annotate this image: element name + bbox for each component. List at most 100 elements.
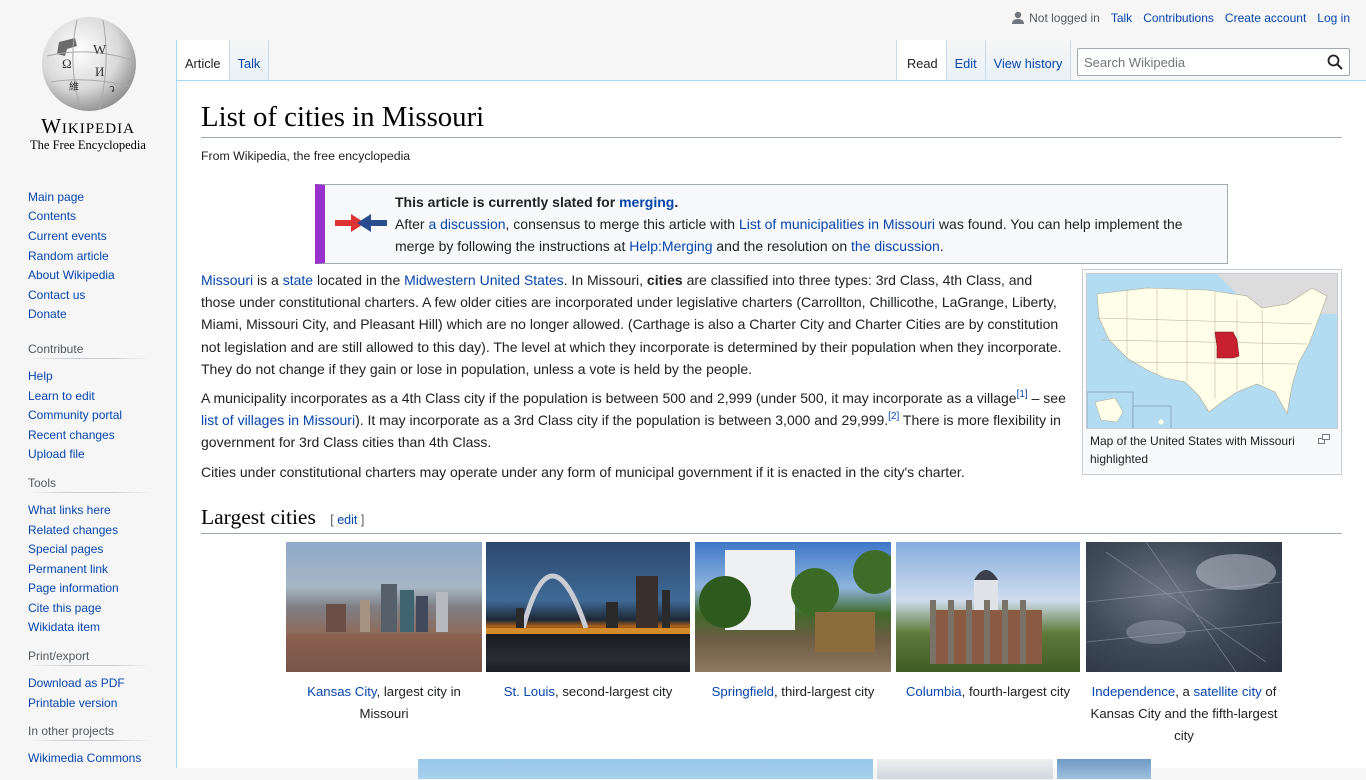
missouri-link[interactable]: Missouri (201, 272, 253, 288)
st-louis-photo[interactable] (486, 542, 690, 672)
midwestern-us-link[interactable]: Midwestern United States (404, 272, 564, 288)
paragraph-charters: Cities under constitutional charters may… (201, 463, 965, 480)
puzzle-globe-icon: W Ω И 維 ว (42, 17, 136, 111)
section-edit: [ edit ] (330, 513, 364, 527)
independence-photo[interactable] (1086, 542, 1282, 672)
columbia-link[interactable]: Columbia (906, 684, 962, 699)
us-map-graphic (1087, 274, 1337, 428)
sidebar-item-recent-changes[interactable]: Recent changes (28, 428, 115, 442)
sidebar-item-contact-us[interactable]: Contact us (28, 288, 85, 302)
text: located in the (313, 272, 405, 288)
log-in-link[interactable]: Log in (1317, 11, 1350, 25)
sidebar-item-current-events[interactable]: Current events (28, 229, 107, 243)
sidebar-item-help[interactable]: Help (28, 369, 53, 383)
personal-contributions-link[interactable]: Contributions (1143, 11, 1214, 25)
sidebar-other-projects: In other projects Wikimedia Commons (0, 724, 176, 768)
personal-talk-link[interactable]: Talk (1111, 11, 1132, 25)
sidebar-item-printable-version[interactable]: Printable version (28, 696, 117, 710)
section-title: Largest cities (201, 505, 316, 529)
help-merging-link[interactable]: Help:Merging (629, 238, 712, 254)
bracket: ] (357, 513, 365, 527)
merge-notice-text: This article is currently slated for mer… (395, 191, 1217, 257)
sidebar-heading-tools: Tools (28, 476, 152, 495)
satellite-city-link[interactable]: satellite city (1194, 684, 1262, 699)
tab-talk[interactable]: Talk (228, 40, 270, 80)
sidebar-item-page-information[interactable]: Page information (28, 581, 119, 595)
sidebar-item-download-pdf[interactable]: Download as PDF (28, 676, 125, 690)
search-box (1077, 48, 1350, 76)
sidebar-item-community-portal[interactable]: Community portal (28, 408, 122, 422)
sidebar-item-main-page[interactable]: Main page (28, 190, 84, 204)
municipalities-link[interactable]: List of municipalities in Missouri (739, 216, 935, 232)
personal-tools: Not logged in Talk Contributions Create … (1011, 11, 1350, 25)
tab-edit[interactable]: Edit (945, 40, 985, 80)
sidebar-item-what-links-here[interactable]: What links here (28, 503, 111, 517)
st-louis-link[interactable]: St. Louis (504, 684, 555, 699)
sidebar-item-contents[interactable]: Contents (28, 209, 76, 223)
sidebar-item-random-article[interactable]: Random article (28, 249, 109, 263)
map-thumbnail: Map of the United States with Missouri h… (1082, 269, 1342, 475)
page-title: List of cities in Missouri (201, 99, 1342, 139)
independence-link[interactable]: Independence (1092, 684, 1176, 699)
sidebar-item-learn-to-edit[interactable]: Learn to edit (28, 389, 95, 403)
discussion-link[interactable]: a discussion (428, 216, 505, 232)
svg-text:W: W (93, 43, 107, 58)
sidebar-item-donate[interactable]: Donate (28, 307, 67, 321)
view-tabs: Read Edit View history (896, 40, 1072, 80)
search-icon[interactable] (1327, 54, 1343, 70)
sidebar-item-upload-file[interactable]: Upload file (28, 447, 85, 461)
reference-1[interactable]: [1] (1017, 389, 1028, 400)
springfield-photo[interactable] (695, 542, 891, 672)
reference-2[interactable]: [2] (888, 411, 899, 422)
gallery-item-columbia: Columbia, fourth-largest city (896, 542, 1080, 703)
search-input[interactable] (1078, 49, 1318, 75)
tagline: The Free Encyclopedia (30, 138, 146, 152)
svg-text:Ω: Ω (62, 56, 72, 71)
columbia-photo[interactable] (896, 542, 1080, 672)
tab-read[interactable]: Read (896, 40, 946, 80)
edit-section-link[interactable]: edit (337, 513, 357, 527)
site-subtitle: From Wikipedia, the free encyclopedia (201, 149, 411, 163)
svg-text:ว: ว (109, 84, 115, 95)
sidebar-item-cite-this-page[interactable]: Cite this page (28, 601, 101, 615)
sidebar-heading-contribute: Contribute (28, 342, 152, 361)
gateway-arch-skyline (486, 573, 690, 634)
gallery-image-7[interactable] (877, 759, 1053, 779)
wikipedia-logo[interactable]: W Ω И 維 ว Wikipedia The Free Encyclopedi… (0, 0, 176, 160)
springfield-link[interactable]: Springfield (712, 684, 774, 699)
sidebar-item-wikimedia-commons[interactable]: Wikimedia Commons (28, 751, 141, 765)
gallery-image-8[interactable] (1057, 759, 1151, 779)
aerial-view (1086, 542, 1282, 672)
gallery-image-6[interactable] (418, 759, 873, 779)
svg-text:維: 維 (69, 80, 79, 93)
sidebar-item-wikidata-item[interactable]: Wikidata item (28, 620, 100, 634)
sidebar-item-related-changes[interactable]: Related changes (28, 523, 118, 537)
create-account-link[interactable]: Create account (1225, 11, 1306, 25)
caption-text: , third-largest city (773, 684, 875, 699)
tab-article-label: Article (185, 56, 221, 71)
gallery-item-springfield: Springfield, third-largest city (695, 542, 891, 703)
tab-talk-label: Talk (237, 56, 261, 71)
sidebar-item-about-wikipedia[interactable]: About Wikipedia (28, 268, 115, 282)
sidebar-item-special-pages[interactable]: Special pages (28, 542, 103, 556)
caption-text: , second-largest city (555, 684, 673, 699)
state-link[interactable]: state (283, 272, 313, 288)
merge-notice-period: . (674, 194, 679, 210)
tab-article[interactable]: Article (176, 40, 229, 80)
gallery-caption: Independence, a satellite city of Kansas… (1086, 672, 1282, 746)
sidebar-heading-print-export: Print/export (28, 649, 152, 668)
gallery-item-st-louis: St. Louis, second-largest city (486, 542, 690, 703)
kansas-city-photo[interactable] (286, 542, 482, 672)
enlarge-icon[interactable] (1318, 434, 1330, 444)
merge-text: . (939, 238, 944, 254)
article-body: Missouri is a state located in the Midwe… (201, 269, 1067, 490)
villages-link[interactable]: list of villages in Missouri (201, 412, 355, 428)
sidebar-item-permanent-link[interactable]: Permanent link (28, 562, 108, 576)
springfield-scene (699, 550, 891, 652)
tab-view-history[interactable]: View history (984, 40, 1072, 80)
merging-link[interactable]: merging (619, 194, 674, 210)
wordmark: Wikipedia (41, 114, 135, 138)
the-discussion-link[interactable]: the discussion (851, 238, 940, 254)
kansas-city-link[interactable]: Kansas City (307, 684, 376, 699)
us-map-image[interactable] (1086, 273, 1338, 429)
